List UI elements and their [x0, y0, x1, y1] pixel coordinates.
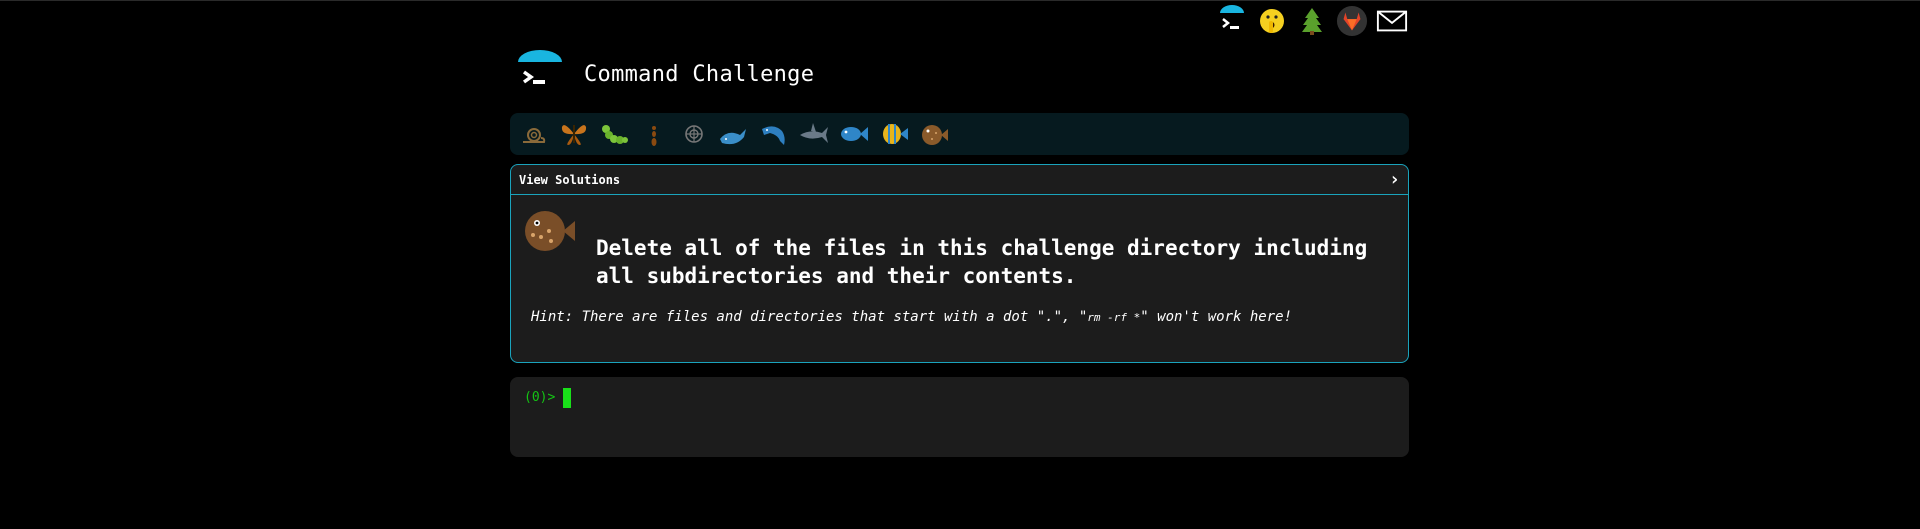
fish-icon[interactable]: [838, 118, 870, 150]
whale-icon[interactable]: [718, 118, 750, 150]
mail-icon[interactable]: [1376, 4, 1408, 38]
tropical-fish-icon[interactable]: [878, 118, 910, 150]
tree-icon[interactable]: [1296, 4, 1328, 38]
challenge-hint: Hint: There are files and directories th…: [531, 309, 1292, 325]
view-solutions-toggle[interactable]: View Solutions ›: [511, 165, 1408, 195]
snail-icon[interactable]: [518, 118, 550, 150]
blowfish-icon[interactable]: [918, 118, 950, 150]
page-header: Command Challenge: [516, 50, 814, 98]
hint-prefix: Hint: There are files and directories th…: [531, 309, 1088, 325]
caterpillar-icon[interactable]: [598, 118, 630, 150]
shush-emoji-icon[interactable]: [1256, 4, 1288, 38]
ant-icon[interactable]: [638, 118, 670, 150]
page-title: Command Challenge: [584, 61, 815, 87]
terminal-cursor[interactable]: [563, 387, 572, 408]
terminal-logo-icon[interactable]: [516, 50, 564, 98]
terminal-logo-icon[interactable]: [1216, 4, 1248, 38]
top-border: [0, 0, 1920, 1]
challenge-panel: View Solutions › Delete all of the files…: [510, 164, 1409, 363]
view-solutions-label: View Solutions: [519, 172, 621, 187]
terminal-prompt: (0)>: [524, 390, 556, 405]
terminal-input-area[interactable]: (0)>: [510, 377, 1409, 457]
chevron-right-icon[interactable]: ›: [1389, 170, 1400, 189]
dolphin-icon[interactable]: [758, 118, 790, 150]
hint-code: rm -rf *: [1087, 311, 1141, 324]
butterfly-icon[interactable]: [558, 118, 590, 150]
blowfish-icon: [521, 207, 577, 259]
gitlab-icon[interactable]: [1336, 4, 1368, 38]
top-nav-icons: [1216, 4, 1408, 38]
hint-suffix: " won't work here!: [1140, 309, 1292, 325]
level-bar: [510, 113, 1409, 155]
shell-icon[interactable]: [678, 118, 710, 150]
challenge-question: Delete all of the files in this challeng…: [596, 236, 1368, 288]
shark-icon[interactable]: [798, 118, 830, 150]
